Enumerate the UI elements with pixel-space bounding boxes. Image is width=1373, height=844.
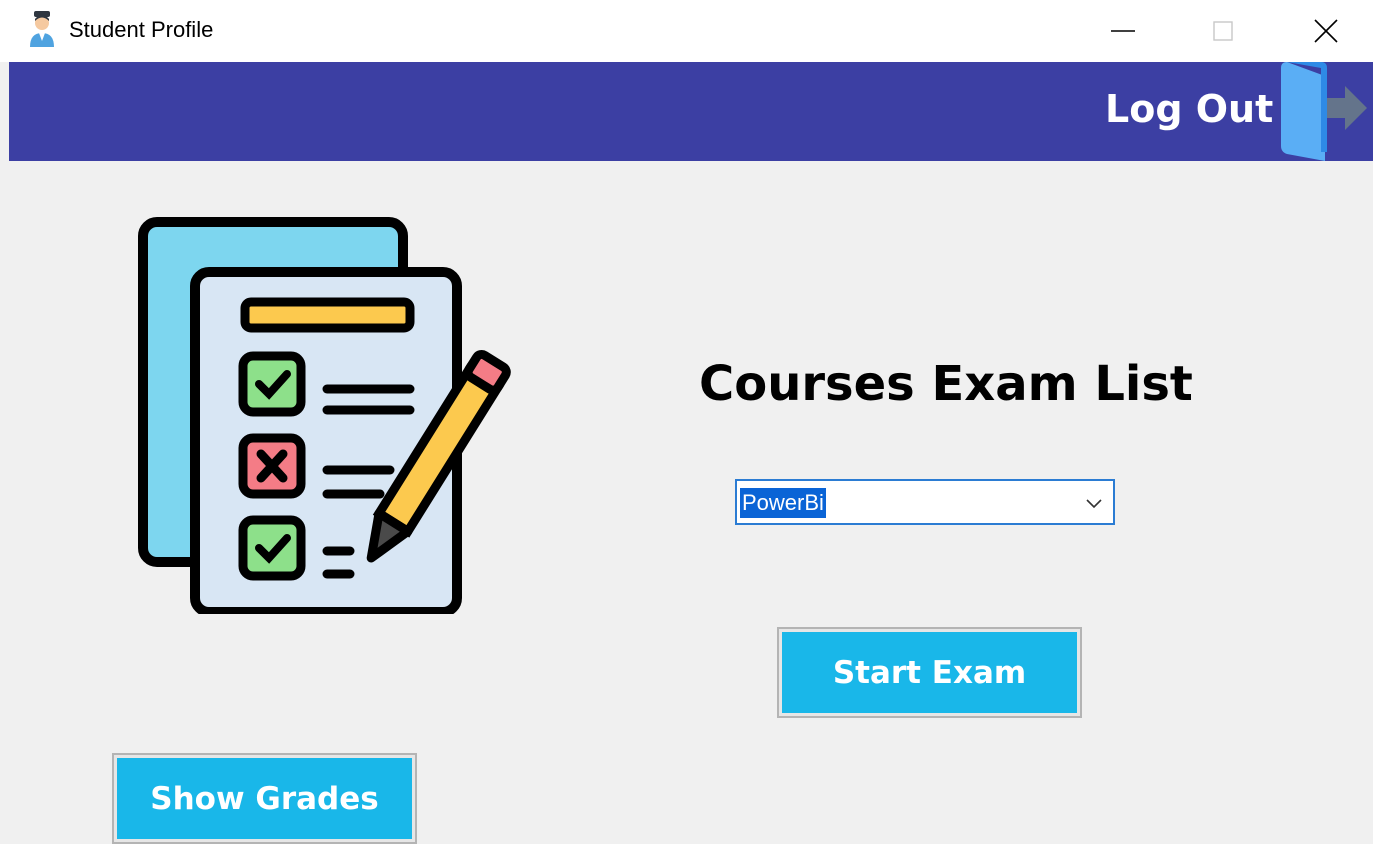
header-bar: Log Out [9,62,1373,161]
start-exam-button[interactable]: Start Exam [782,632,1077,713]
exam-checklist-icon [138,217,511,614]
logout-label[interactable]: Log Out [1105,87,1273,131]
student-avatar-icon [30,11,54,47]
close-icon[interactable] [1309,14,1343,48]
window-title: Student Profile [69,17,214,42]
main-panel: Courses Exam List PowerBi Start Exam Sho… [9,161,1373,844]
maximize-icon[interactable] [1206,14,1240,48]
chevron-down-icon[interactable] [1083,493,1105,513]
show-grades-button[interactable]: Show Grades [117,758,412,839]
logout-door-icon[interactable] [1275,62,1373,161]
page-title: Courses Exam List [699,356,1193,412]
start-exam-frame: Start Exam [777,627,1082,718]
window-titlebar: Student Profile [0,0,1373,62]
minimize-icon[interactable] [1106,14,1140,48]
course-select-value: PowerBi [740,488,826,518]
course-select[interactable]: PowerBi [735,479,1115,525]
show-grades-frame: Show Grades [112,753,417,844]
